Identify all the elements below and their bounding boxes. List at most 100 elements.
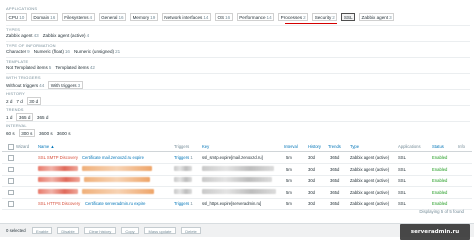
info-chip-character[interactable]: Character 9	[6, 49, 30, 54]
mass-update-button[interactable]: Mass update	[144, 226, 176, 234]
chip-count: 5	[48, 65, 52, 70]
row-checkbox[interactable]	[8, 166, 14, 173]
history-chip-2d[interactable]: 2 d	[6, 99, 12, 104]
app-chip-performance[interactable]: Performance 14	[236, 13, 275, 21]
triggers-link[interactable]: Triggers 1	[174, 155, 193, 160]
item-name-link[interactable]: Certificate mail.zenoxzd.ru expire	[82, 155, 144, 160]
status-toggle[interactable]: Enabled	[432, 190, 447, 195]
triggers-chip-without[interactable]: Without triggers 44	[6, 83, 44, 88]
applications-chips: CPU 10 Domain 16 Filesystems 4 General 16 Me…	[6, 13, 395, 21]
item-application: SSL	[398, 201, 406, 206]
col-interval[interactable]: Interval	[284, 144, 298, 149]
item-key: ssl_https.expire[serveradmin.ru]	[202, 201, 262, 206]
trends-chip-365d-alt[interactable]: 365 d	[37, 115, 49, 120]
trends-title: TRENDS	[6, 107, 24, 112]
app-chip-cpu[interactable]: CPU 10	[6, 13, 27, 21]
history-chip-30d[interactable]: 30 d	[26, 97, 41, 105]
col-info: Info	[458, 144, 465, 149]
info-chip-numeric-float[interactable]: Numeric (float) 16	[34, 49, 70, 54]
discovery-rule-link[interactable]: SSL SMTP Discovery	[38, 155, 78, 160]
item-interval: 5m	[286, 189, 292, 195]
redacted-item-name	[82, 188, 154, 194]
triggers-chip-with[interactable]: With triggers 3	[48, 81, 83, 89]
app-chip-processes[interactable]: Processes 2	[278, 13, 309, 21]
trends-chip-1d[interactable]: 1 d	[6, 115, 12, 120]
app-chip-ssl-selected[interactable]: SSL	[341, 13, 356, 21]
divider	[6, 73, 470, 74]
item-type: Zabbix agent (active)	[350, 166, 390, 172]
col-type[interactable]: Type	[350, 144, 359, 149]
app-chip-security[interactable]: Security 2	[312, 13, 338, 21]
row-checkbox[interactable]	[8, 201, 14, 207]
info-chip-numeric-unsigned[interactable]: Numeric (unsigned) 21	[74, 49, 120, 54]
disable-button[interactable]: Disable	[57, 226, 79, 234]
col-name[interactable]: Name ▲	[38, 144, 54, 149]
status-toggle[interactable]: Enabled	[432, 178, 447, 183]
redacted-key	[202, 177, 272, 183]
chip-count: 21	[115, 49, 121, 54]
types-title: TYPES	[6, 27, 21, 32]
redacted-item-name	[82, 165, 152, 171]
applications-title: APPLICATIONS	[6, 6, 38, 11]
interval-chip-3600s-alt[interactable]: 3600 s	[57, 131, 71, 136]
clear-history-button[interactable]: Clear history	[84, 226, 116, 234]
col-triggers: Triggers	[174, 144, 190, 149]
selected-count: 0 selected	[6, 228, 26, 233]
col-key[interactable]: Key	[202, 144, 209, 149]
chip-count: 42	[89, 65, 95, 70]
status-toggle[interactable]: Enabled	[432, 167, 447, 172]
redacted-item-name	[84, 177, 150, 183]
row-checkbox[interactable]	[8, 178, 14, 184]
app-chip-network-interfaces[interactable]: Network interfaces 14	[161, 13, 211, 21]
app-chip-memory[interactable]: Memory 19	[130, 13, 158, 21]
item-trends: 365d	[330, 189, 340, 195]
status-toggle[interactable]: Enabled	[432, 201, 447, 206]
discovery-rule-link[interactable]: SSL HTTPS Discovery	[38, 201, 80, 206]
row-checkbox[interactable]	[8, 155, 14, 161]
chip-label: With triggers	[50, 82, 77, 88]
app-chip-filesystems[interactable]: Filesystems 4	[61, 13, 95, 21]
template-title: TEMPLATE	[6, 59, 29, 64]
redacted-key	[202, 165, 274, 171]
watermark-logo: serveradmin.ru	[400, 224, 470, 240]
interval-chip-3600s[interactable]: 3600 s	[39, 131, 53, 136]
chip-count: 3	[389, 14, 392, 20]
app-chip-zabbix-agent[interactable]: Zabbix agent 3	[359, 13, 395, 21]
interval-chip-300s[interactable]: 300 s	[18, 129, 35, 137]
redacted-triggers	[174, 188, 192, 194]
template-chip-not-templated[interactable]: Not Templated items 5	[6, 65, 51, 70]
displaying-count: Displaying 5 of 5 found	[419, 209, 464, 214]
app-chip-os[interactable]: OS 16	[214, 13, 233, 21]
item-history: 30d	[308, 178, 315, 183]
trends-chips: 1 d 365 d 365 d	[6, 113, 48, 121]
template-chip-templated[interactable]: Templated items 42	[55, 65, 95, 70]
item-history: 30d	[308, 201, 315, 206]
interval-chip-60s[interactable]: 60 s	[6, 131, 15, 136]
app-chip-domain[interactable]: Domain 16	[30, 13, 58, 21]
divider	[6, 121, 470, 122]
item-interval: 5m	[286, 155, 292, 160]
select-all-checkbox[interactable]	[8, 144, 14, 150]
redacted-triggers	[174, 177, 192, 183]
type-chip-zabbix-agent-active[interactable]: Zabbix agent (active) 4	[43, 33, 89, 38]
status-toggle[interactable]: Enabled	[432, 155, 447, 160]
chip-count: 9	[27, 49, 30, 54]
row-checkbox[interactable]	[8, 189, 14, 196]
chip-count: 16	[64, 49, 70, 54]
item-trends: 365d	[330, 155, 340, 160]
redacted-triggers	[174, 165, 192, 171]
triggers-count: 1	[190, 155, 193, 160]
type-chip-zabbix-agent[interactable]: Zabbix agent 43	[6, 33, 39, 38]
trends-chip-365d[interactable]: 365 d	[16, 113, 33, 121]
history-chip-7d[interactable]: 7 d	[16, 99, 22, 104]
delete-button[interactable]: Delete	[181, 226, 201, 234]
item-name-link[interactable]: Certificate serveradmin.ru expire	[85, 201, 146, 206]
copy-button[interactable]: Copy	[121, 226, 139, 234]
app-chip-general[interactable]: General 16	[98, 13, 127, 21]
col-history[interactable]: History	[308, 144, 321, 149]
col-trends[interactable]: Trends	[328, 144, 341, 149]
triggers-link[interactable]: Triggers 1	[174, 201, 193, 206]
enable-button[interactable]: Enable	[32, 226, 52, 234]
col-status[interactable]: Status	[432, 144, 444, 149]
chip-label: OS	[217, 14, 225, 20]
